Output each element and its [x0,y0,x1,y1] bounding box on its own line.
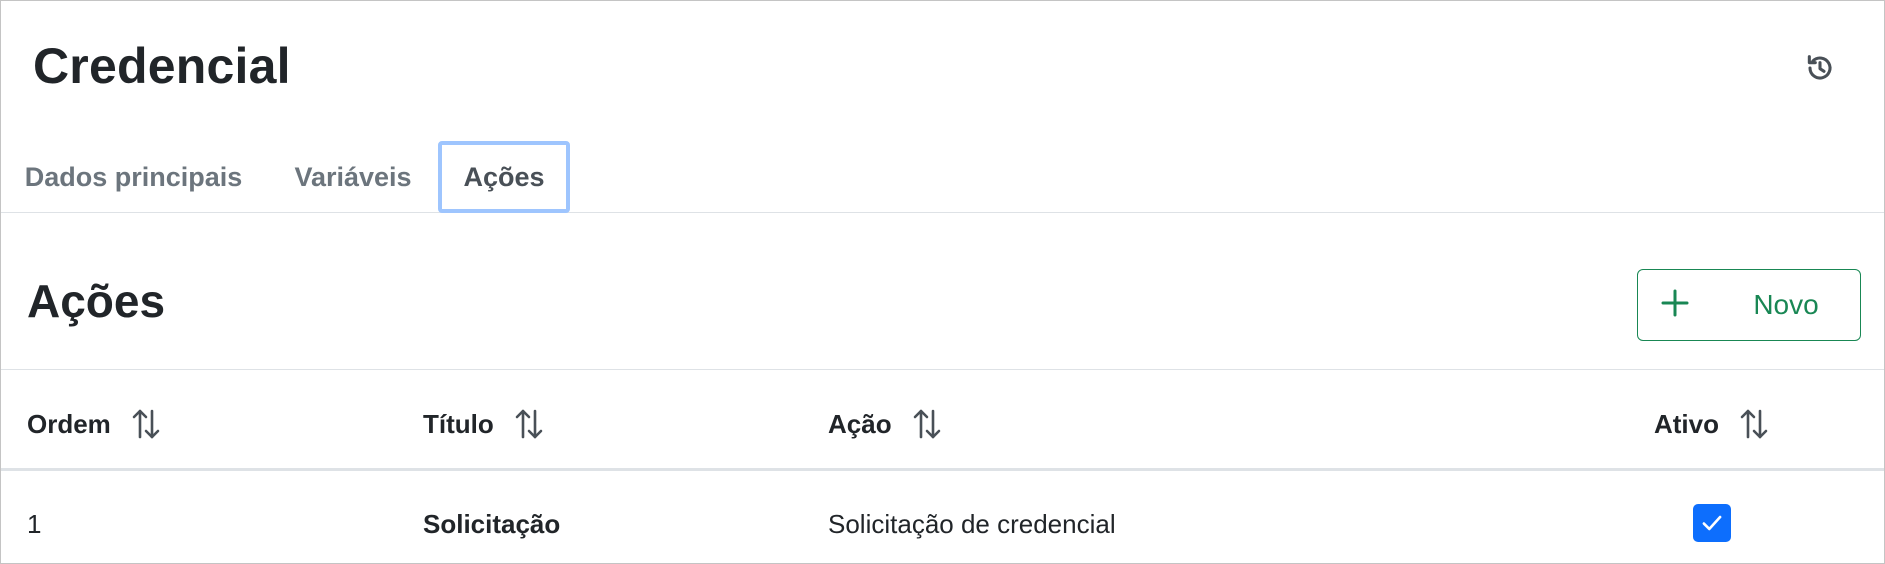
divider [1,369,1884,370]
column-header-acao[interactable]: Ação [828,399,942,449]
section-title: Ações [27,275,166,327]
sort-icon [515,409,543,439]
tab-acoes[interactable]: Ações [438,141,570,213]
column-header-ordem[interactable]: Ordem [27,399,161,449]
history-button[interactable] [1801,49,1839,87]
ativo-checkbox[interactable] [1693,504,1731,542]
new-button[interactable]: Novo [1637,269,1861,341]
new-button-label: Novo [1753,289,1819,320]
sort-icon [1740,409,1768,439]
cell-ordem: 1 [27,508,42,539]
column-header-ativo[interactable]: Ativo [1654,399,1769,449]
tab-variaveis[interactable]: Variáveis [279,141,427,213]
history-icon [1807,55,1832,80]
page-title: Credencial [33,38,291,94]
table-header-divider [1,468,1884,471]
sort-icon [132,409,160,439]
column-header-label: Ativo [1654,408,1719,439]
column-header-label: Ordem [27,408,111,439]
tab-bar: Dados principais Variáveis Ações [1,141,1884,213]
column-header-label: Título [423,408,494,439]
sort-icon [913,409,940,439]
tab-dados-principais[interactable]: Dados principais [11,141,256,213]
column-header-label: Ação [828,408,892,439]
cell-acao: Solicitação de credencial [828,508,1116,539]
cell-titulo: Solicitação [423,508,561,539]
column-header-titulo[interactable]: Título [423,399,544,449]
plus-icon [1661,289,1689,317]
checkmark-icon [1702,515,1722,531]
credencial-page: Credencial Dados principais Variáveis Aç… [0,0,1885,564]
